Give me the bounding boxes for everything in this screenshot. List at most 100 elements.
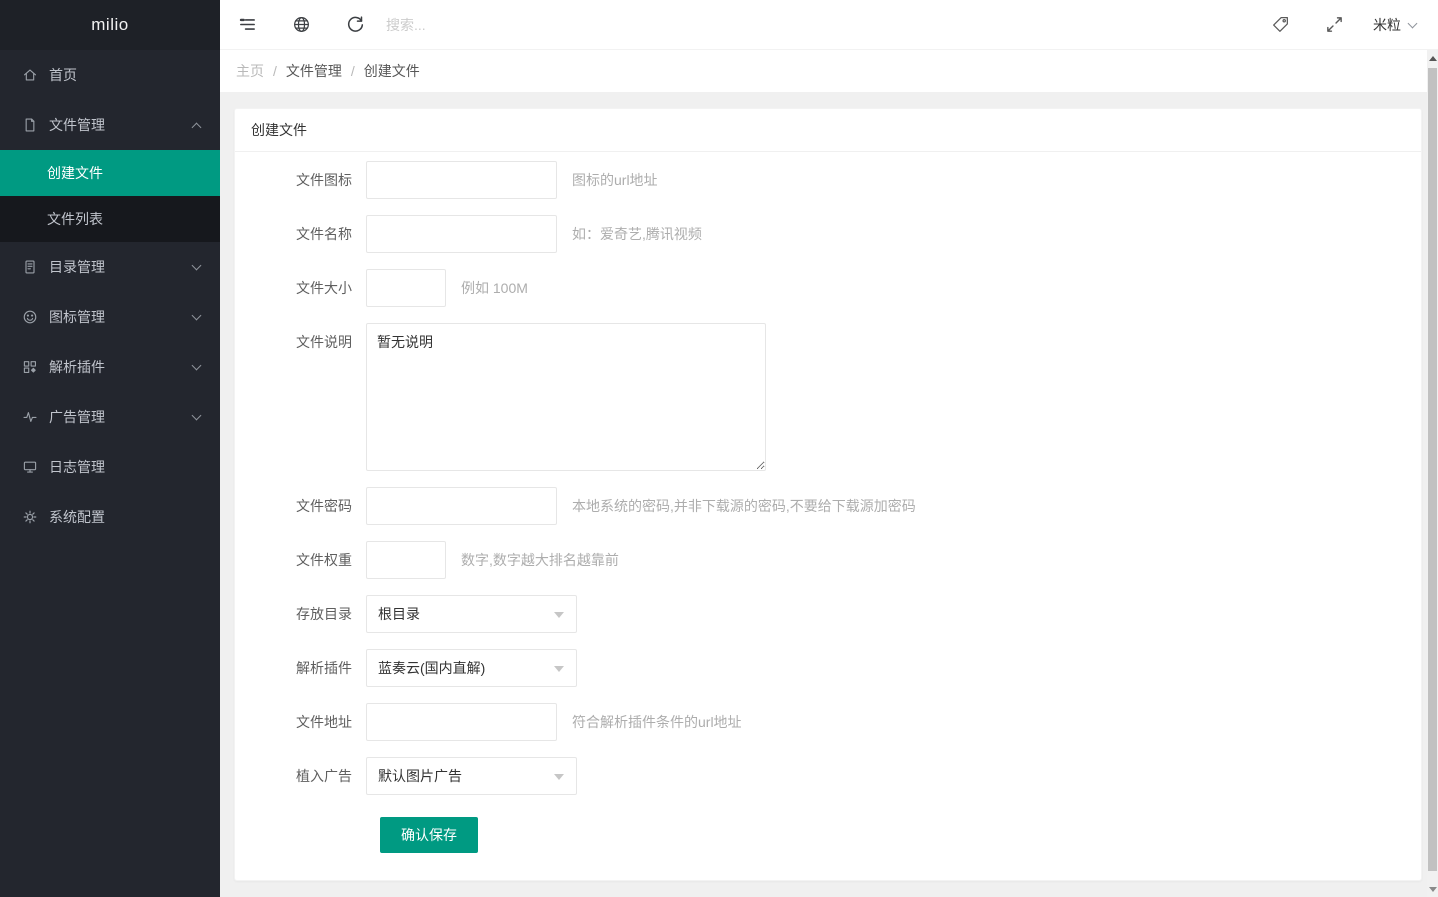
breadcrumb-file-management[interactable]: 文件管理 (286, 61, 342, 81)
app-logo: milio (0, 0, 220, 50)
chevron-down-icon (192, 261, 202, 271)
field-label: 文件图标 (251, 161, 366, 199)
chevron-down-icon (1408, 19, 1418, 29)
caret-down-icon (554, 666, 564, 672)
tag-button[interactable] (1253, 0, 1307, 50)
menu-fold-button[interactable] (220, 0, 274, 50)
sidebar-item-system-config[interactable]: 系统配置 (0, 492, 220, 542)
scrollbar[interactable] (1427, 50, 1438, 897)
sidebar-item-label: 文件管理 (49, 115, 193, 135)
form-row-file-weight: 文件权重 数字,数字越大排名越靠前 (251, 541, 1405, 579)
form-row-parser-plugin: 解析插件 蓝奏云(国内直解) (251, 649, 1405, 687)
field-label: 文件权重 (251, 541, 366, 579)
selected-value: 蓝奏云(国内直解) (378, 658, 485, 678)
chevron-up-icon (192, 122, 202, 132)
field-label: 文件大小 (251, 269, 366, 307)
breadcrumb-create-file: 创建文件 (364, 61, 420, 81)
file-password-input[interactable] (366, 487, 557, 525)
sidebar-item-catalog-management[interactable]: 目录管理 (0, 242, 220, 292)
user-name: 米粒 (1373, 15, 1401, 35)
caret-down-icon (554, 612, 564, 618)
sidebar-item-label: 图标管理 (49, 307, 193, 327)
sidebar-subitem-file-list[interactable]: 文件列表 (0, 196, 220, 242)
save-button[interactable]: 确认保存 (380, 817, 478, 853)
parser-plugin-select[interactable]: 蓝奏云(国内直解) (366, 649, 577, 687)
file-management-submenu: 创建文件 文件列表 (0, 150, 220, 242)
field-label: 存放目录 (251, 595, 366, 633)
chevron-down-icon (192, 311, 202, 321)
chevron-down-icon (192, 361, 202, 371)
home-icon (22, 67, 38, 83)
field-hint: 符合解析插件条件的url地址 (572, 703, 742, 741)
fullscreen-button[interactable] (1307, 0, 1361, 50)
breadcrumb: 主页 / 文件管理 / 创建文件 (220, 50, 1427, 93)
tag-icon (1271, 15, 1290, 34)
sidebar-item-label: 广告管理 (49, 407, 193, 427)
user-menu[interactable]: 米粒 (1361, 0, 1438, 50)
field-hint: 例如 100M (461, 269, 528, 307)
triangle-down-icon (1429, 887, 1437, 892)
field-label: 文件名称 (251, 215, 366, 253)
field-label: 解析插件 (251, 649, 366, 687)
form-row-file-url: 文件地址 符合解析插件条件的url地址 (251, 703, 1405, 741)
embedded-ad-select[interactable]: 默认图片广告 (366, 757, 577, 795)
scroll-up-button[interactable] (1427, 50, 1438, 66)
field-hint: 图标的url地址 (572, 161, 658, 199)
file-size-input[interactable] (366, 269, 446, 307)
globe-button[interactable] (274, 0, 328, 50)
file-description-textarea[interactable]: 暂无说明 (366, 323, 766, 471)
sidebar-item-label: 系统配置 (49, 507, 200, 527)
form-row-file-icon: 文件图标 图标的url地址 (251, 161, 1405, 199)
monitor-icon (22, 459, 38, 475)
breadcrumb-home[interactable]: 主页 (236, 61, 264, 81)
field-label: 文件地址 (251, 703, 366, 741)
file-name-input[interactable] (366, 215, 557, 253)
search-input[interactable] (386, 10, 616, 40)
create-file-form: 文件图标 图标的url地址 文件名称 如：爱奇艺,腾讯视频 文件大小 例如 10… (235, 152, 1421, 853)
form-row-storage-directory: 存放目录 根目录 (251, 595, 1405, 633)
card-title: 创建文件 (235, 109, 1421, 152)
topbar: 米粒 (220, 0, 1438, 50)
smiley-icon (22, 309, 38, 325)
gear-icon (22, 509, 38, 525)
sidebar-item-label: 首页 (49, 65, 200, 85)
refresh-button[interactable] (328, 0, 382, 50)
breadcrumb-separator: / (351, 63, 355, 79)
chevron-down-icon (192, 411, 202, 421)
sidebar-item-log-management[interactable]: 日志管理 (0, 442, 220, 492)
catalog-icon (22, 259, 38, 275)
selected-value: 默认图片广告 (378, 766, 462, 786)
main-content: 创建文件 文件图标 图标的url地址 文件名称 如：爱奇艺,腾讯视频 文件大小 … (220, 94, 1438, 897)
storage-directory-select[interactable]: 根目录 (366, 595, 577, 633)
file-url-input[interactable] (366, 703, 557, 741)
form-row-file-name: 文件名称 如：爱奇艺,腾讯视频 (251, 215, 1405, 253)
sidebar: milio 首页 文件管理 创建文件 文件列表 目录管理 图标管理 (0, 0, 220, 897)
sidebar-item-parser-plugins[interactable]: 解析插件 (0, 342, 220, 392)
field-label: 植入广告 (251, 757, 366, 795)
caret-down-icon (554, 774, 564, 780)
sidebar-item-ads-management[interactable]: 广告管理 (0, 392, 220, 442)
create-file-card: 创建文件 文件图标 图标的url地址 文件名称 如：爱奇艺,腾讯视频 文件大小 … (234, 108, 1422, 881)
fullscreen-icon (1325, 15, 1344, 34)
breadcrumb-separator: / (273, 63, 277, 79)
scroll-down-button[interactable] (1427, 881, 1438, 897)
sidebar-item-icon-management[interactable]: 图标管理 (0, 292, 220, 342)
globe-icon (292, 15, 311, 34)
field-label: 文件密码 (251, 487, 366, 525)
field-hint: 数字,数字越大排名越靠前 (461, 541, 619, 579)
sidebar-item-file-management[interactable]: 文件管理 (0, 100, 220, 150)
sidebar-item-label: 目录管理 (49, 257, 193, 277)
form-row-file-password: 文件密码 本地系统的密码,并非下载源的密码,不要给下载源加密码 (251, 487, 1405, 525)
sidebar-subitem-create-file[interactable]: 创建文件 (0, 150, 220, 196)
refresh-icon (346, 15, 365, 34)
triangle-up-icon (1429, 56, 1437, 61)
file-icon-input[interactable] (366, 161, 557, 199)
scrollbar-thumb[interactable] (1428, 68, 1437, 871)
selected-value: 根目录 (378, 604, 420, 624)
sidebar-item-home[interactable]: 首页 (0, 50, 220, 100)
file-weight-input[interactable] (366, 541, 446, 579)
plugin-blocks-icon (22, 359, 38, 375)
sidebar-item-label: 解析插件 (49, 357, 193, 377)
form-row-file-size: 文件大小 例如 100M (251, 269, 1405, 307)
form-row-file-description: 文件说明 暂无说明 (251, 323, 1405, 471)
